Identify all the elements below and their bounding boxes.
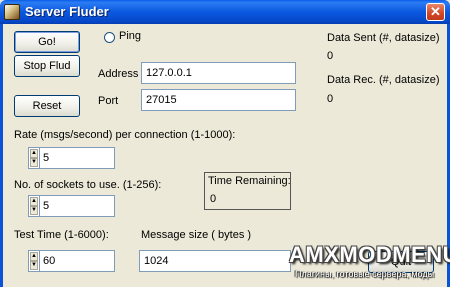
data-rec-label: Data Rec. (#, datasize) <box>327 74 440 86</box>
title-bar: Server Fluder ✕ <box>0 0 450 24</box>
port-label: Port <box>98 95 119 107</box>
sockets-input[interactable]: 5 <box>40 195 115 217</box>
ping-radio[interactable] <box>104 32 115 43</box>
message-size-input[interactable]: 1024 <box>139 250 291 272</box>
sockets-label: No. of sockets to use. (1-256): <box>14 179 162 191</box>
watermark: AMXMODMENU Плагины, готовые сервера, мод… <box>289 242 450 287</box>
test-time-spinner[interactable]: ▲ ▼ <box>28 250 40 272</box>
test-time-input[interactable]: 60 <box>40 250 115 272</box>
spin-down-icon[interactable]: ▼ <box>30 158 38 167</box>
spin-down-icon[interactable]: ▼ <box>30 261 38 270</box>
time-remaining-value: 0 <box>210 193 217 205</box>
rate-label: Rate (msgs/second) per connection (1-100… <box>14 129 236 141</box>
rate-input[interactable]: 5 <box>40 147 115 169</box>
watermark-brand: AMXMODMENU <box>289 242 450 267</box>
spin-up-icon[interactable]: ▲ <box>30 252 38 261</box>
spin-up-icon[interactable]: ▲ <box>30 197 38 206</box>
test-time-label: Test Time (1-6000): <box>14 229 109 241</box>
data-rec-value: 0 <box>327 93 334 105</box>
time-remaining-label: Time Remaining: <box>208 175 291 187</box>
go-button[interactable]: Go! <box>14 31 80 53</box>
spin-down-icon[interactable]: ▼ <box>30 206 38 215</box>
address-label: Address <box>98 68 139 80</box>
port-input[interactable]: 27015 <box>141 89 296 111</box>
app-icon <box>4 4 20 20</box>
window-title: Server Fluder <box>25 4 109 19</box>
watermark-tagline: Плагины, готовые сервера, моды <box>295 269 435 279</box>
data-sent-label: Data Sent (#, datasize) <box>327 32 440 44</box>
sockets-spinner[interactable]: ▲ ▼ <box>28 195 40 217</box>
close-button[interactable]: ✕ <box>426 3 445 21</box>
address-input[interactable]: 127.0.0.1 <box>141 62 296 84</box>
rate-spinner[interactable]: ▲ ▼ <box>28 147 40 169</box>
message-size-label: Message size ( bytes ) <box>141 229 252 241</box>
ping-label: Ping <box>119 30 142 42</box>
spin-up-icon[interactable]: ▲ <box>30 149 38 158</box>
stop-flud-button[interactable]: Stop Flud <box>14 55 80 77</box>
reset-button[interactable]: Reset <box>14 95 80 117</box>
data-sent-value: 0 <box>327 50 334 62</box>
